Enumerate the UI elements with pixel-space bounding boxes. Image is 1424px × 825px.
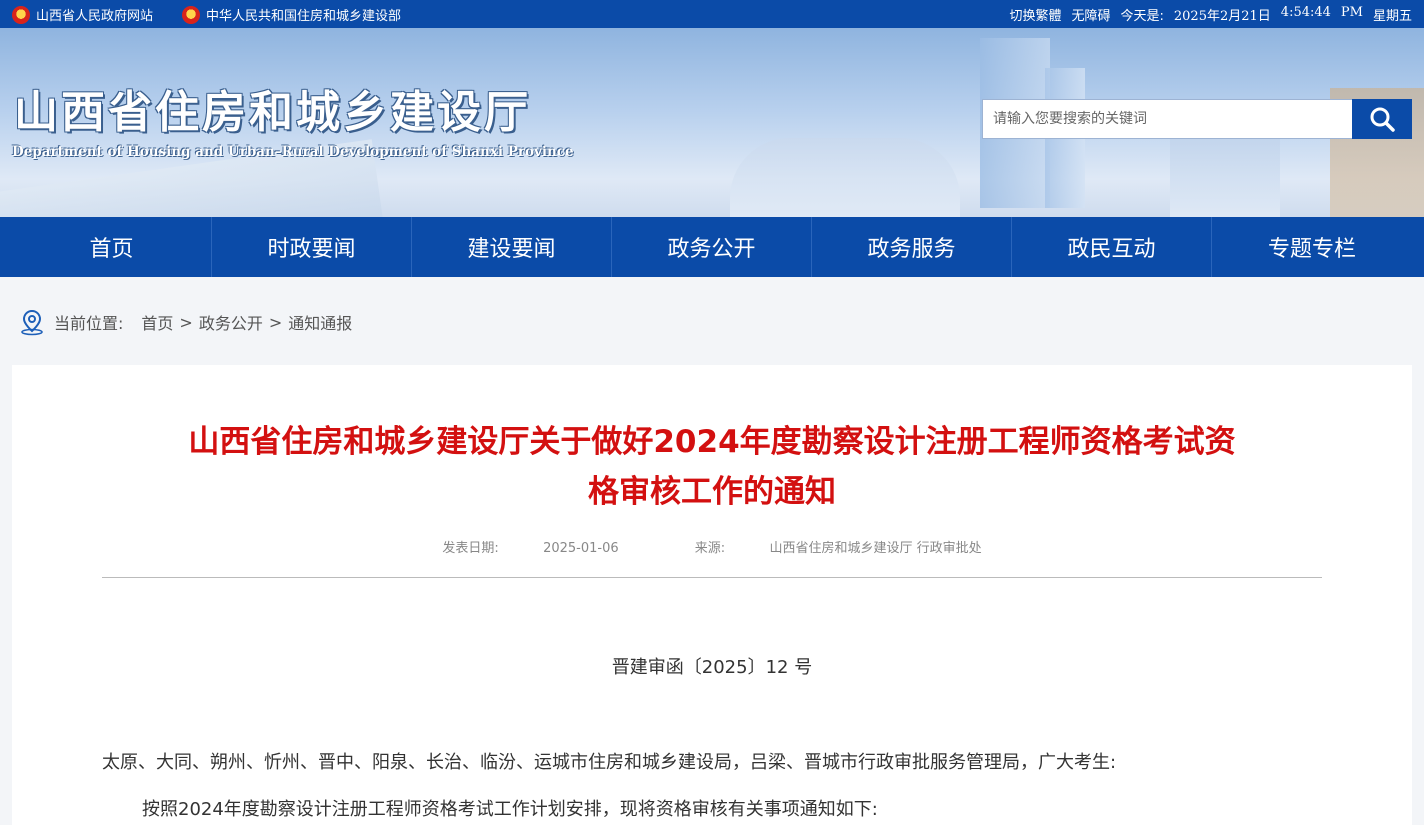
current-ampm: PM <box>1340 5 1363 20</box>
nav-item-politics-news[interactable]: 时政要闻 <box>212 217 412 277</box>
article-title-line-2: 格审核工作的通知 <box>588 474 836 510</box>
document-number: 晋建审函〔2025〕12 号 <box>611 657 813 678</box>
nav-item-topics[interactable]: 专题专栏 <box>1212 217 1412 277</box>
current-time: 4:54:44 <box>1280 5 1331 20</box>
header-banner: 山西省住房和城乡建设厅 Department of Housing and Ur… <box>0 28 1424 217</box>
accessibility-link[interactable]: 无障碍 <box>1071 5 1110 24</box>
switch-traditional-link[interactable]: 切换繁體 <box>1009 5 1061 24</box>
main-nav: 首页 时政要闻 建设要闻 政务公开 政务服务 政民互动 专题专栏 <box>0 217 1424 277</box>
article-meta: 发表日期: 2025-01-06 来源: 山西省住房和城乡建设厅 行政审批处 <box>12 537 1412 556</box>
nav-item-gov-affairs[interactable]: 政务公开 <box>612 217 812 277</box>
location-pin-icon <box>21 309 43 336</box>
title-divider <box>102 577 1322 578</box>
breadcrumb-item-notices[interactable]: 通知通报 <box>288 310 352 334</box>
article-addressees: 太原、大同、朔州、忻州、晋中、阳泉、长治、临汾、运城市住房和城乡建设局，吕梁、晋… <box>102 752 1117 773</box>
search-icon <box>1370 107 1395 132</box>
ministry-site-link[interactable]: 中华人民共和国住房和城乡建设部 <box>182 5 401 24</box>
article-title-line-1: 山西省住房和城乡建设厅关于做好2024年度勘察设计注册工程师资格考试资 <box>188 424 1236 460</box>
breadcrumb-separator: > <box>179 312 193 332</box>
site-subtitle: Department of Housing and Urban–Rural De… <box>12 144 574 160</box>
article-title: 山西省住房和城乡建设厅关于做好2024年度勘察设计注册工程师资格考试资 格审核工… <box>112 417 1312 517</box>
national-emblem-icon <box>182 5 200 24</box>
gov-site-link[interactable]: 山西省人民政府网站 <box>12 5 153 24</box>
gov-site-link-label: 山西省人民政府网站 <box>36 9 154 24</box>
national-emblem-icon <box>12 5 30 24</box>
current-date: 2025年2月21日 <box>1173 9 1271 24</box>
breadcrumb-item-home[interactable]: 首页 <box>141 310 173 334</box>
search-input[interactable] <box>982 99 1352 139</box>
today-label: 今天是: <box>1120 9 1164 24</box>
nav-item-home[interactable]: 首页 <box>12 217 212 277</box>
nav-item-gov-services[interactable]: 政务服务 <box>812 217 1012 277</box>
site-title[interactable]: 山西省住房和城乡建设厅 <box>14 76 531 140</box>
topbar-right: 切换繁體 无障碍 今天是: 2025年2月21日 4:54:44 PM 星期五 <box>1009 5 1412 24</box>
source-label: 来源: <box>694 541 726 556</box>
nav-item-construction-news[interactable]: 建设要闻 <box>412 217 612 277</box>
banner-building-graphic <box>730 138 960 217</box>
source-value: 山西省住房和城乡建设厅 行政审批处 <box>769 541 982 556</box>
article-paragraph: 按照2024年度勘察设计注册工程师资格考试工作计划安排，现将资格审核有关事项通知… <box>142 799 878 820</box>
top-bar: 山西省人民政府网站 中华人民共和国住房和城乡建设部 切换繁體 无障碍 今天是: … <box>0 0 1424 28</box>
current-weekday: 星期五 <box>1372 9 1412 24</box>
article-card: 山西省住房和城乡建设厅关于做好2024年度勘察设计注册工程师资格考试资 格审核工… <box>12 365 1412 825</box>
ministry-site-link-label: 中华人民共和国住房和城乡建设部 <box>206 9 402 24</box>
search-button[interactable] <box>1352 99 1412 139</box>
breadcrumb-label: 当前位置: <box>54 314 124 333</box>
publish-date-label: 发表日期: <box>442 541 499 556</box>
breadcrumb-separator: > <box>268 312 283 332</box>
breadcrumb: 当前位置: 首页 > 政务公开 > 通知通报 <box>18 307 352 337</box>
search-box <box>982 99 1412 139</box>
publish-date: 2025-01-06 <box>543 541 619 556</box>
breadcrumb-item-gov-affairs[interactable]: 政务公开 <box>199 310 263 334</box>
nav-item-interaction[interactable]: 政民互动 <box>1012 217 1212 277</box>
